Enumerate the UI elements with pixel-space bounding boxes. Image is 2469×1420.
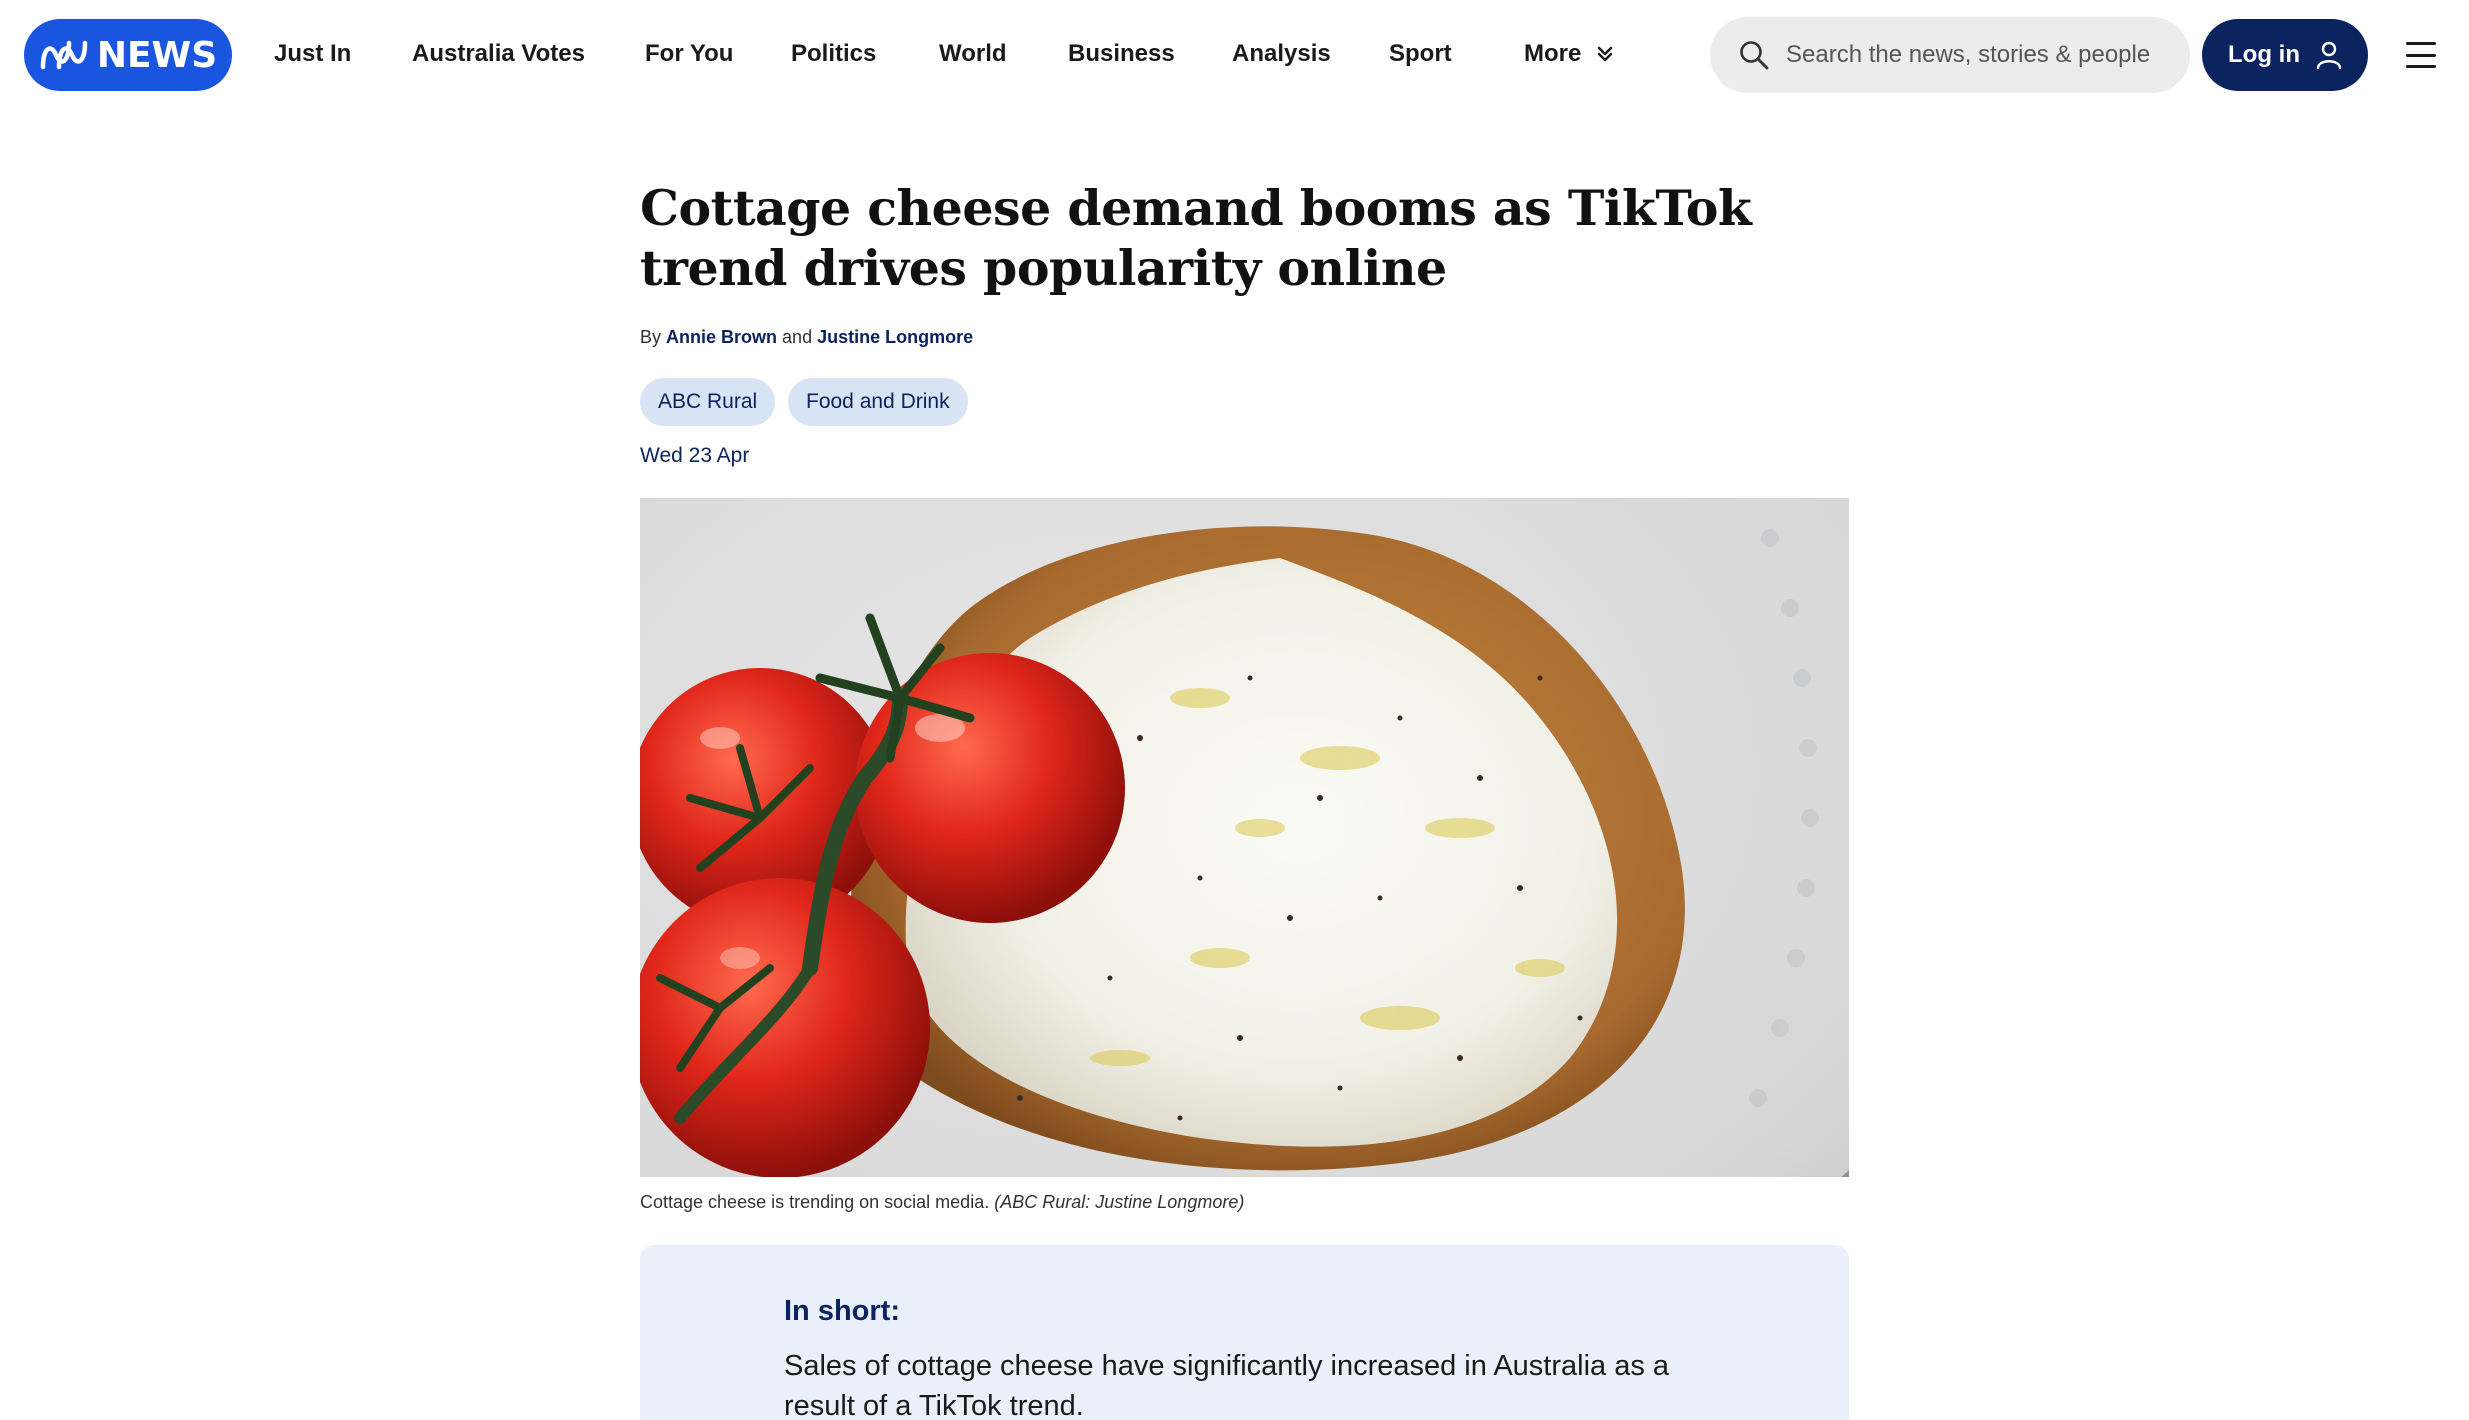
in-short-text: Sales of cottage cheese have significant…: [784, 1350, 1670, 1420]
abc-news-logo[interactable]: NEWS: [24, 19, 232, 91]
nav-for-you[interactable]: For You: [645, 34, 733, 74]
nav-world[interactable]: World: [939, 34, 1007, 74]
nav-analysis[interactable]: Analysis: [1232, 34, 1331, 74]
login-label: Log in: [2228, 41, 2300, 68]
nav-australia-votes[interactable]: Australia Votes: [412, 34, 585, 74]
tag-food-and-drink[interactable]: Food and Drink: [788, 378, 968, 426]
hero-image: [640, 498, 1849, 1177]
login-button[interactable]: Log in: [2202, 19, 2368, 91]
caption-credit: (ABC Rural: Justine Longmore): [994, 1192, 1245, 1212]
search-input[interactable]: [1786, 41, 2186, 69]
author-link[interactable]: Annie Brown: [666, 327, 777, 347]
site-header: NEWS Just In Australia Votes For You Pol…: [0, 0, 2469, 110]
byline: By Annie Brown and Justine Longmore: [640, 327, 973, 348]
byline-joiner: and: [782, 327, 813, 347]
search-bar[interactable]: [1710, 17, 2190, 93]
publish-date: Wed 23 Apr: [640, 444, 750, 467]
cottage-cheese-photo: [640, 498, 1849, 1177]
in-short-title: In short:: [784, 1295, 900, 1327]
nav-business[interactable]: Business: [1068, 34, 1175, 74]
article-headline: Cottage cheese demand booms as TikTok tr…: [640, 179, 1752, 297]
nav-more-label: More: [1524, 40, 1582, 67]
nav-just-in[interactable]: Just In: [274, 34, 351, 74]
nav-politics[interactable]: Politics: [791, 34, 876, 74]
caption-text: Cottage cheese is trending on social med…: [640, 1192, 990, 1212]
user-icon: [2316, 41, 2342, 69]
menu-icon[interactable]: [2406, 42, 2436, 68]
byline-prefix: By: [640, 327, 662, 347]
author-link[interactable]: Justine Longmore: [817, 327, 973, 347]
chevron-down-icon: [1598, 46, 1613, 62]
abc-logo-icon: [40, 40, 88, 70]
nav-sport[interactable]: Sport: [1389, 34, 1452, 74]
nav-more-button[interactable]: More: [1524, 34, 1615, 74]
image-caption: Cottage cheese is trending on social med…: [640, 1192, 1244, 1213]
tag-abc-rural[interactable]: ABC Rural: [640, 378, 776, 426]
logo-text: NEWS: [96, 34, 218, 76]
search-icon: [1740, 41, 1769, 70]
